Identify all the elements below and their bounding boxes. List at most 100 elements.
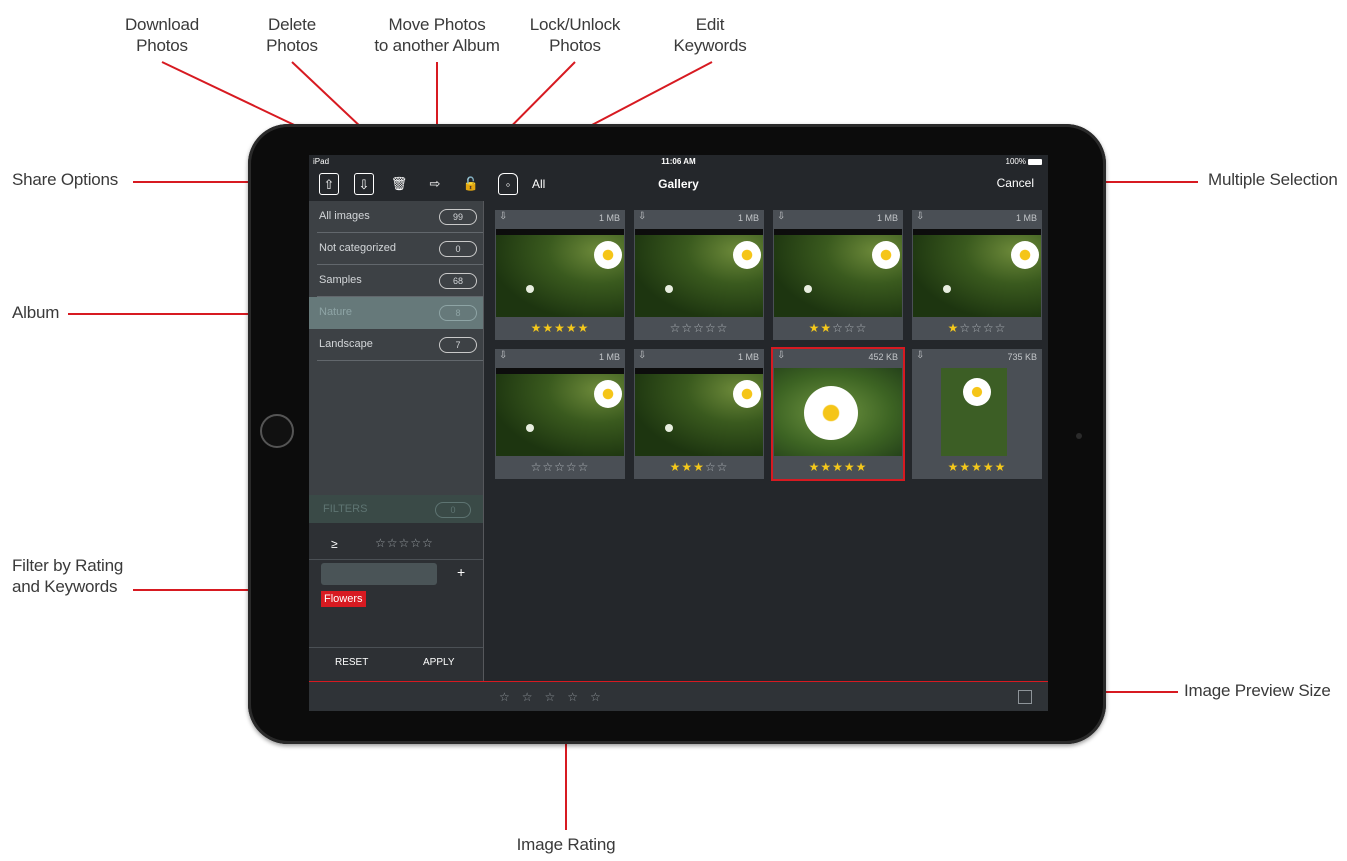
- photo-rating[interactable]: ★★★★★: [495, 321, 625, 335]
- star-filled-icon[interactable]: ★: [542, 321, 554, 335]
- star-filled-icon[interactable]: ★: [809, 460, 821, 474]
- star-empty-icon[interactable]: ☆: [832, 321, 844, 335]
- star-empty-icon[interactable]: ☆: [844, 321, 856, 335]
- star-empty-icon[interactable]: ☆: [971, 321, 983, 335]
- star-filled-icon[interactable]: ★: [995, 460, 1007, 474]
- callout-delete-photos: Delete Photos: [266, 15, 318, 55]
- star-filled-icon[interactable]: ★: [820, 460, 832, 474]
- rating-operator[interactable]: ≥: [331, 537, 338, 551]
- album-item-samples[interactable]: Samples 68: [309, 265, 483, 297]
- star-empty-icon[interactable]: ☆: [554, 460, 566, 474]
- photo-thumbnail[interactable]: [635, 368, 763, 456]
- download-icon[interactable]: ⇩: [638, 350, 646, 361]
- photo-card[interactable]: ⇩ 1 MB ★★☆☆☆: [773, 210, 903, 340]
- star-filled-icon[interactable]: ★: [681, 460, 693, 474]
- star-empty-icon[interactable]: ☆: [717, 321, 729, 335]
- album-item-landscape[interactable]: Landscape 7: [309, 329, 483, 361]
- download-icon[interactable]: ⇩: [916, 350, 924, 361]
- album-count: 99: [439, 209, 477, 225]
- download-icon[interactable]: ⇩: [499, 211, 507, 222]
- photo-thumbnail[interactable]: [635, 229, 763, 317]
- star-empty-icon[interactable]: ☆: [705, 321, 717, 335]
- photo-card[interactable]: ⇩ 1 MB ★★★☆☆: [634, 349, 764, 479]
- star-empty-icon[interactable]: ☆: [578, 460, 590, 474]
- star-filled-icon[interactable]: ★: [971, 460, 983, 474]
- star-filled-icon[interactable]: ★: [959, 460, 971, 474]
- star-empty-icon[interactable]: ☆: [995, 321, 1007, 335]
- keyword-input[interactable]: [321, 563, 437, 585]
- album-name: All images: [319, 210, 370, 222]
- image-rating-stars[interactable]: ☆☆☆☆☆: [499, 690, 613, 704]
- star-filled-icon[interactable]: ★: [809, 321, 821, 335]
- reset-button[interactable]: RESET: [335, 657, 368, 668]
- photo-thumbnail[interactable]: [774, 229, 902, 317]
- divider: [483, 201, 484, 681]
- star-empty-icon[interactable]: ☆: [959, 321, 971, 335]
- photo-thumbnail[interactable]: [496, 368, 624, 456]
- star-filled-icon[interactable]: ★: [948, 460, 960, 474]
- photo-card[interactable]: ⇩ 1 MB ☆☆☆☆☆: [634, 210, 764, 340]
- keyword-tag[interactable]: Flowers: [321, 591, 366, 607]
- star-filled-icon[interactable]: ★: [832, 460, 844, 474]
- photo-rating[interactable]: ★★★★★: [773, 460, 903, 474]
- star-filled-icon[interactable]: ★: [670, 460, 682, 474]
- photo-card[interactable]: ⇩ 1 MB ☆☆☆☆☆: [495, 349, 625, 479]
- photo-thumbnail[interactable]: [774, 368, 902, 456]
- star-empty-icon[interactable]: ☆: [717, 460, 729, 474]
- star-empty-icon[interactable]: ☆: [693, 321, 705, 335]
- photo-rating[interactable]: ☆☆☆☆☆: [495, 460, 625, 474]
- download-icon[interactable]: ⇩: [638, 211, 646, 222]
- star-empty-icon[interactable]: ☆: [670, 321, 682, 335]
- star-empty-icon[interactable]: ☆: [681, 321, 693, 335]
- star-empty-icon[interactable]: ☆: [856, 321, 868, 335]
- filter-rating-stars[interactable]: ☆☆☆☆☆: [375, 536, 434, 550]
- photo-thumbnail[interactable]: [496, 229, 624, 317]
- album-item-nature[interactable]: Nature 8: [309, 297, 483, 329]
- album-item-not-categorized[interactable]: Not categorized 0: [309, 233, 483, 265]
- download-icon[interactable]: ⇩: [499, 350, 507, 361]
- battery-icon: [1028, 158, 1042, 165]
- star-filled-icon[interactable]: ★: [856, 460, 868, 474]
- star-filled-icon[interactable]: ★: [844, 460, 856, 474]
- photo-card[interactable]: ⇩ 452 KB ★★★★★: [771, 347, 905, 481]
- download-icon[interactable]: ⇩: [777, 211, 785, 222]
- file-size: 1 MB: [598, 352, 620, 362]
- filters-header[interactable]: FILTERS 0: [309, 495, 483, 523]
- photo-rating[interactable]: ★★★☆☆: [634, 460, 764, 474]
- home-button[interactable]: [260, 414, 294, 448]
- photo-rating[interactable]: ★☆☆☆☆: [912, 321, 1042, 335]
- add-keyword-button[interactable]: +: [457, 564, 465, 580]
- photo-thumbnail[interactable]: [913, 229, 1041, 317]
- photo-thumbnail[interactable]: [913, 368, 1041, 456]
- photo-rating[interactable]: ★★★★★: [912, 460, 1042, 474]
- star-empty-icon[interactable]: ☆: [566, 460, 578, 474]
- star-empty-icon[interactable]: ☆: [705, 460, 717, 474]
- star-filled-icon[interactable]: ★: [693, 460, 705, 474]
- download-icon[interactable]: ⇩: [916, 211, 924, 222]
- callout-edit-keywords: Edit Keywords: [673, 15, 747, 55]
- cancel-button[interactable]: Cancel: [997, 176, 1034, 190]
- star-filled-icon[interactable]: ★: [948, 321, 960, 335]
- photo-card[interactable]: ⇩ 1 MB ★★★★★: [495, 210, 625, 340]
- album-item-all-images[interactable]: All images 99: [309, 201, 483, 233]
- file-size: 452 KB: [868, 352, 898, 362]
- download-icon[interactable]: ⇩: [777, 350, 785, 361]
- star-filled-icon[interactable]: ★: [554, 321, 566, 335]
- star-filled-icon[interactable]: ★: [566, 321, 578, 335]
- photo-rating[interactable]: ★★☆☆☆: [773, 321, 903, 335]
- star-empty-icon[interactable]: ☆: [983, 321, 995, 335]
- star-filled-icon[interactable]: ★: [578, 321, 590, 335]
- star-filled-icon[interactable]: ★: [820, 321, 832, 335]
- photo-card[interactable]: ⇩ 735 KB ★★★★★: [912, 349, 1042, 479]
- callout-share-options: Share Options: [12, 170, 119, 189]
- star-empty-icon[interactable]: ☆: [531, 460, 543, 474]
- photo-rating[interactable]: ☆☆☆☆☆: [634, 321, 764, 335]
- bottom-bar: ☆☆☆☆☆: [309, 681, 1048, 711]
- photo-card[interactable]: ⇩ 1 MB ★☆☆☆☆: [912, 210, 1042, 340]
- star-empty-icon[interactable]: ☆: [542, 460, 554, 474]
- star-filled-icon[interactable]: ★: [531, 321, 543, 335]
- page-title: Gallery: [658, 177, 699, 191]
- star-filled-icon[interactable]: ★: [983, 460, 995, 474]
- preview-size-icon[interactable]: [1018, 690, 1032, 704]
- apply-button[interactable]: APPLY: [423, 657, 455, 668]
